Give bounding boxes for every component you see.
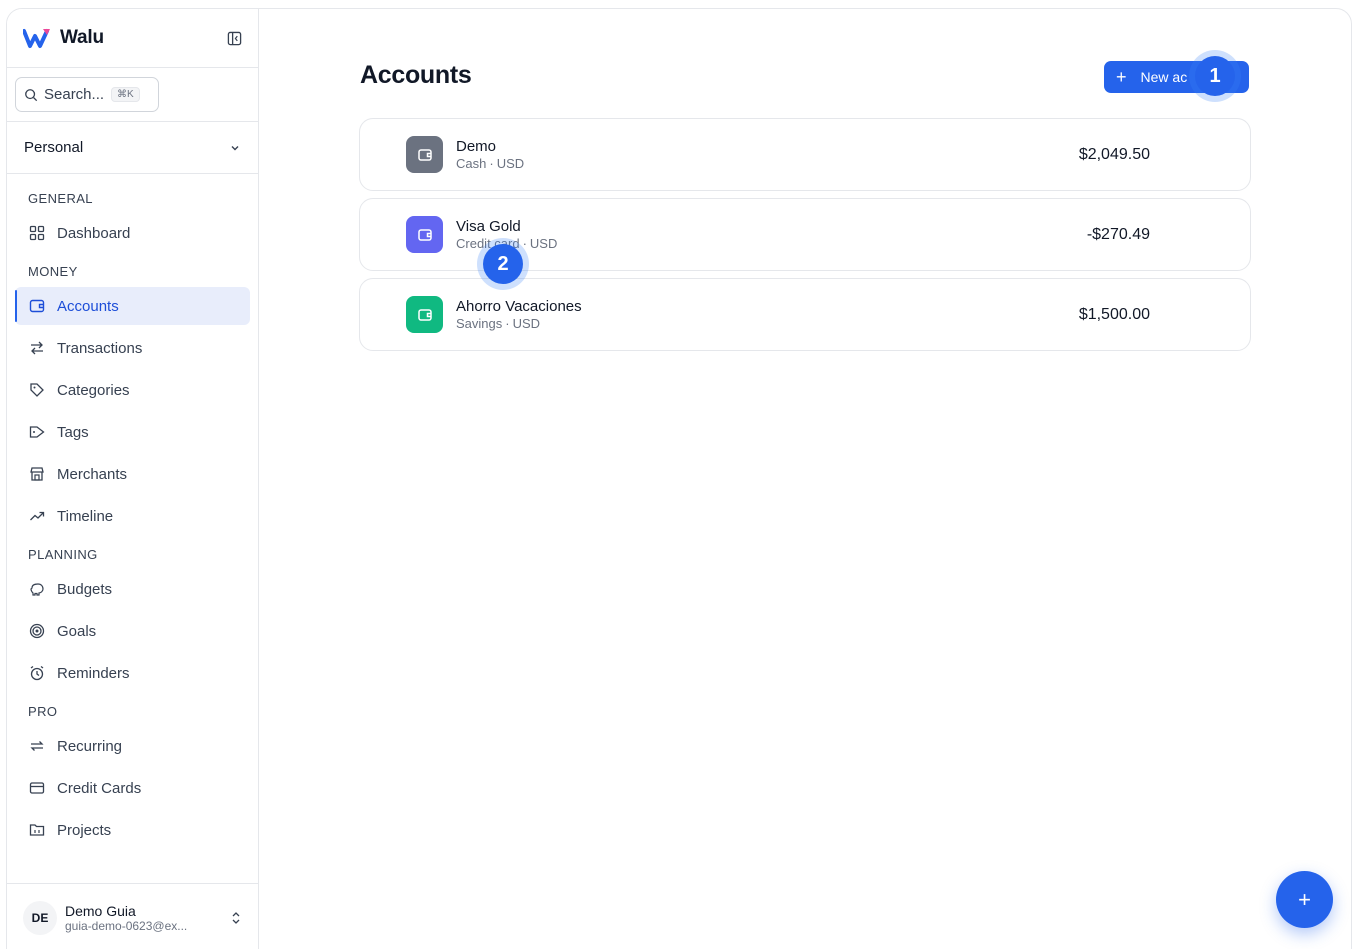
walu-logo-icon — [23, 29, 50, 48]
search-icon — [24, 88, 38, 102]
wallet-icon — [406, 216, 443, 253]
account-card-demo[interactable]: Demo Cash · USD $2,049.50 — [359, 118, 1251, 191]
search-input[interactable]: Search... ⌘K — [15, 77, 159, 112]
chevron-down-icon — [229, 142, 241, 154]
alarm-icon — [28, 664, 46, 682]
app-window: Walu Search... ⌘K Personal GENERAL Dashb… — [6, 8, 1352, 949]
repeat-icon — [28, 737, 46, 755]
account-currency: USD — [496, 156, 525, 171]
search-shortcut: ⌘K — [111, 87, 140, 102]
account-info: Demo Cash · USD — [456, 138, 524, 171]
account-name: Visa Gold — [456, 218, 521, 235]
account-name: Demo — [456, 138, 497, 155]
section-label-pro: PRO — [28, 704, 58, 719]
section-label-general: GENERAL — [28, 191, 93, 206]
piggy-bank-icon — [28, 580, 46, 598]
sidebar-item-reminders[interactable]: Reminders — [15, 654, 250, 692]
wallet-icon — [406, 136, 443, 173]
section-label-money: MONEY — [28, 264, 78, 279]
avatar: DE — [23, 900, 57, 935]
sidebar-item-goals[interactable]: Goals — [15, 612, 250, 650]
search-placeholder: Search... — [44, 86, 105, 103]
sidebar-item-label: Recurring — [57, 737, 123, 755]
account-card-ahorro-vacaciones[interactable]: Ahorro Vacaciones Savings · USD $1,500.00 — [359, 278, 1251, 351]
arrows-icon — [28, 339, 46, 357]
sidebar-item-label: Dashboard — [57, 224, 131, 242]
sidebar-item-dashboard[interactable]: Dashboard — [15, 214, 250, 252]
sidebar-item-label: Projects — [57, 821, 112, 839]
wallet-icon — [28, 297, 46, 315]
sidebar-item-label: Accounts — [57, 297, 119, 315]
new-account-label: New ac — [1140, 69, 1188, 85]
section-label-planning: PLANNING — [28, 547, 98, 562]
sidebar-item-recurring[interactable]: Recurring — [15, 727, 250, 765]
account-balance: $1,500.00 — [1078, 305, 1150, 323]
user-menu[interactable]: DE Demo Guia guia-demo-0623@ex... — [7, 883, 258, 949]
grid-icon — [28, 224, 46, 242]
folder-icon — [28, 821, 46, 839]
account-balance: $2,049.50 — [1078, 145, 1150, 163]
workspace-select[interactable]: Personal — [7, 122, 258, 174]
tags-icon — [28, 381, 46, 399]
account-subtitle: Cash · USD — [456, 156, 525, 171]
target-icon — [28, 622, 46, 640]
sidebar-item-label: Credit Cards — [57, 779, 142, 797]
account-subtitle: Savings · USD — [456, 316, 541, 331]
sidebar-item-label: Timeline — [57, 507, 114, 525]
brand-header: Walu — [7, 9, 258, 68]
trend-icon — [28, 507, 46, 525]
sidebar-item-label: Categories — [57, 381, 130, 399]
sidebar-item-categories[interactable]: Categories — [15, 371, 250, 409]
account-currency: USD — [529, 236, 558, 251]
account-type: Savings — [456, 316, 503, 331]
account-info: Ahorro Vacaciones Savings · USD — [456, 298, 582, 331]
tag-icon — [28, 423, 46, 441]
account-type: Cash — [456, 156, 487, 171]
search-container: Search... ⌘K — [7, 68, 258, 122]
sidebar-item-label: Merchants — [57, 465, 128, 483]
user-info: Demo Guia guia-demo-0623@ex... — [65, 903, 215, 933]
page-title: Accounts — [360, 61, 472, 89]
sidebar-item-timeline[interactable]: Timeline — [15, 497, 250, 535]
wallet-icon — [406, 296, 443, 333]
sidebar-item-tags[interactable]: Tags — [15, 413, 250, 451]
plus-icon: + — [1298, 886, 1311, 912]
account-currency: USD — [512, 316, 541, 331]
workspace-label: Personal — [24, 139, 84, 156]
sidebar-item-label: Transactions — [57, 339, 143, 357]
user-name: Demo Guia — [65, 902, 136, 919]
account-name: Ahorro Vacaciones — [456, 298, 582, 315]
store-icon — [28, 465, 46, 483]
brand-name: Walu — [60, 27, 104, 48]
sidebar-item-credit-cards[interactable]: Credit Cards — [15, 769, 250, 807]
main-content: Accounts + New ac 1 Demo Cash · USD $2,049… — [259, 9, 1351, 949]
quick-add-button[interactable]: + — [1276, 871, 1333, 928]
credit-card-icon — [28, 779, 46, 797]
sidebar-nav: GENERAL Dashboard MONEY Accounts Transac… — [7, 174, 258, 849]
sidebar-item-projects[interactable]: Projects — [15, 811, 250, 849]
sidebar-item-label: Budgets — [57, 580, 113, 598]
sidebar-item-accounts[interactable]: Accounts — [15, 287, 250, 325]
sidebar-item-label: Reminders — [57, 664, 130, 682]
sidebar-item-label: Tags — [57, 423, 89, 441]
account-balance: -$270.49 — [1086, 225, 1150, 243]
user-email: guia-demo-0623@ex... — [65, 918, 188, 933]
collapse-sidebar-icon[interactable] — [226, 30, 242, 46]
sidebar: Walu Search... ⌘K Personal GENERAL Dashb… — [7, 9, 259, 949]
chevron-up-down-icon — [230, 911, 242, 925]
step-badge-2: 2 — [483, 244, 523, 284]
sidebar-item-merchants[interactable]: Merchants — [15, 455, 250, 493]
sidebar-item-budgets[interactable]: Budgets — [15, 570, 250, 608]
sidebar-item-label: Goals — [57, 622, 97, 640]
plus-icon: + — [1116, 67, 1127, 87]
step-badge-1: 1 — [1195, 56, 1235, 96]
sidebar-item-transactions[interactable]: Transactions — [15, 329, 250, 367]
